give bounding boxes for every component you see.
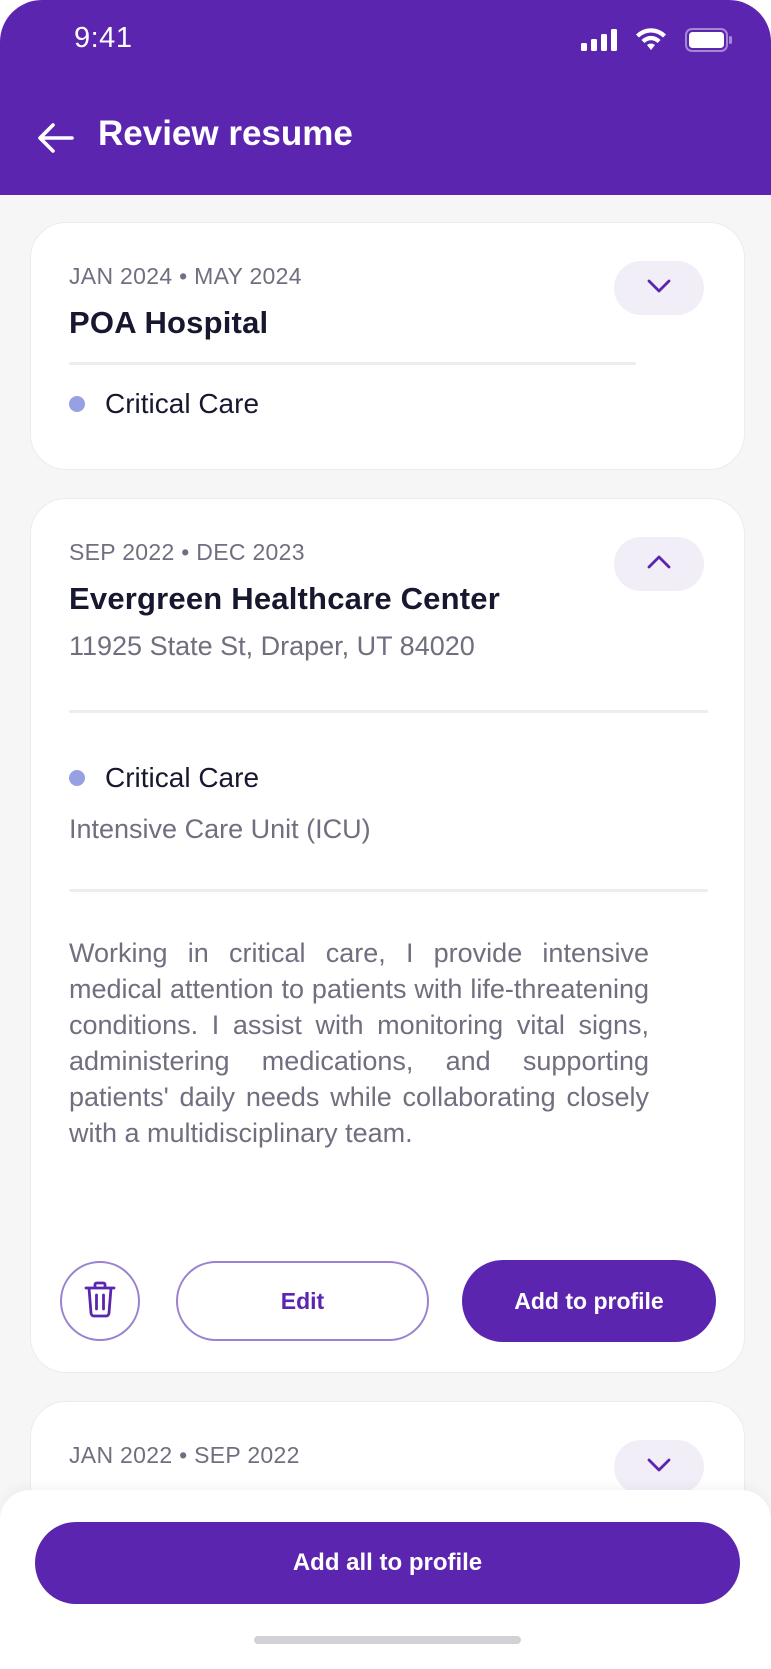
collapse-button[interactable]: [614, 537, 704, 591]
experience-description: Working in critical care, I provide inte…: [69, 938, 649, 1148]
divider: [69, 362, 636, 365]
trash-icon: [83, 1280, 117, 1323]
divider: [69, 889, 708, 892]
chevron-up-icon: [646, 554, 672, 575]
delete-button[interactable]: [60, 1261, 140, 1341]
experience-name: Evergreen Healthcare Center: [69, 581, 500, 616]
specialty-dot: [69, 396, 85, 412]
specialty-label: Critical Care: [105, 388, 260, 419]
battery-icon: [685, 28, 733, 57]
experience-card-expanded: SEP 2022 • DEC 2023 Evergreen Healthcare…: [30, 498, 745, 1373]
experience-dates: JAN 2022 • SEP 2022: [69, 1442, 300, 1468]
experience-name: POA Hospital: [69, 305, 269, 340]
phone-screen: 9:41 Review resume JAN 2024 • MAY 2024 P…: [0, 0, 771, 1669]
back-button[interactable]: [36, 118, 80, 158]
unit-label: Intensive Care Unit (ICU): [69, 814, 371, 844]
experience-address: 11925 State St, Draper, UT 84020: [69, 631, 475, 661]
specialty-label: Critical Care: [105, 762, 260, 793]
divider: [69, 710, 708, 713]
experience-dates: JAN 2024 • MAY 2024: [69, 263, 302, 289]
specialty-row: Critical Care: [69, 762, 259, 794]
chevron-down-icon: [646, 278, 672, 299]
specialty-dot: [69, 770, 85, 786]
expand-button[interactable]: [614, 1440, 704, 1494]
status-time: 9:41: [74, 22, 133, 54]
chevron-down-icon: [646, 1457, 672, 1478]
home-indicator: [254, 1636, 521, 1644]
page-title: Review resume: [98, 114, 353, 153]
bottom-action-bar: Add all to profile: [0, 1490, 771, 1669]
expand-button[interactable]: [614, 261, 704, 315]
experience-card: JAN 2024 • MAY 2024 POA Hospital Critica…: [30, 222, 745, 470]
signal-icon: [581, 29, 617, 56]
add-all-to-profile-button[interactable]: Add all to profile: [35, 1522, 740, 1604]
add-to-profile-button[interactable]: Add to profile: [462, 1260, 716, 1342]
arrow-left-icon: [36, 123, 76, 162]
edit-button[interactable]: Edit: [176, 1261, 429, 1341]
specialty-row: Critical Care: [69, 388, 259, 420]
app-header: 9:41 Review resume: [0, 0, 771, 195]
experience-dates: SEP 2022 • DEC 2023: [69, 539, 305, 565]
wifi-icon: [635, 28, 667, 57]
status-icons: [581, 28, 733, 57]
